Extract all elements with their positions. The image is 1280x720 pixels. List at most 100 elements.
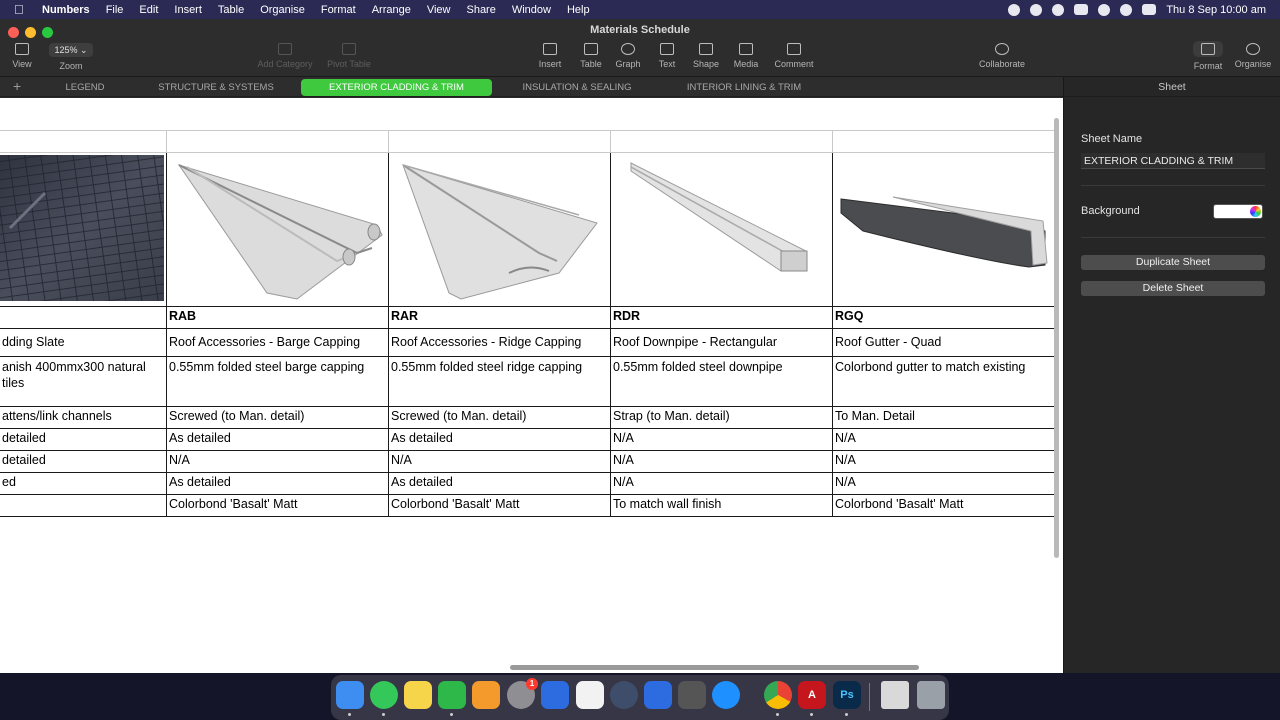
horizontal-scrollbar[interactable] [510, 665, 919, 670]
tab-structure-systems[interactable]: STRUCTURE & SYSTEMS [148, 79, 284, 96]
table-cell[interactable]: 0.55mm folded steel downpipe [610, 356, 833, 407]
table-cell[interactable]: N/A [610, 472, 833, 495]
numbers-icon[interactable] [438, 681, 466, 709]
table-cell[interactable]: N/A [610, 450, 833, 473]
menu-insert[interactable]: Insert [174, 4, 202, 16]
menu-window[interactable]: Window [512, 4, 551, 16]
table-cell[interactable]: As detailed [388, 428, 611, 451]
menu-arrange[interactable]: Arrange [372, 4, 411, 16]
pivot-table-button[interactable]: Pivot Table [322, 43, 376, 69]
insert-button[interactable]: Insert [534, 43, 566, 69]
table-cell[interactable]: As detailed [166, 472, 389, 495]
menu-file[interactable]: File [106, 4, 124, 16]
safari-icon[interactable] [712, 681, 740, 709]
arc-icon[interactable] [644, 681, 672, 709]
menu-app-name[interactable]: Numbers [42, 4, 90, 16]
table-cell[interactable]: N/A [388, 450, 611, 473]
menu-view[interactable]: View [427, 4, 451, 16]
menu-table[interactable]: Table [218, 4, 244, 16]
table-cell[interactable]: To Man. Detail [832, 406, 1055, 429]
table-cell[interactable]: detailed [0, 428, 167, 451]
scripts-icon[interactable] [576, 681, 604, 709]
gutter-image[interactable] [832, 152, 1055, 307]
table-cell[interactable]: As detailed [388, 472, 611, 495]
table-cell[interactable] [0, 494, 167, 517]
table-cell[interactable]: Roof Gutter - Quad [832, 328, 1055, 357]
messages-icon[interactable] [370, 681, 398, 709]
table-cell[interactable]: attens/link channels [0, 406, 167, 429]
sheet-name-field[interactable]: EXTERIOR CLADDING & TRIM [1081, 153, 1265, 169]
table-cell[interactable]: N/A [832, 472, 1055, 495]
table-cell[interactable] [832, 130, 1055, 153]
sheet-canvas[interactable]: RAB RAR RDR RGQ dding Slate Roof Accesso… [0, 98, 1063, 673]
ridge-capping-image[interactable] [388, 152, 611, 307]
organise-button[interactable]: Organise [1232, 43, 1274, 69]
trash-icon[interactable] [917, 681, 945, 709]
slate-roof-image[interactable] [0, 152, 167, 307]
comment-button[interactable]: Comment [770, 43, 818, 69]
duplicate-sheet-button[interactable]: Duplicate Sheet [1081, 255, 1265, 270]
view-button[interactable]: View [8, 43, 36, 69]
table-cell[interactable]: Colorbond 'Basalt' Matt [388, 494, 611, 517]
table-cell[interactable]: N/A [610, 428, 833, 451]
media-button[interactable]: Media [730, 43, 762, 69]
downpipe-image[interactable] [610, 152, 833, 307]
menubar-clock[interactable]: Thu 8 Sep 10:00 am [1166, 4, 1266, 16]
table-cell[interactable]: RGQ [832, 306, 1055, 329]
materials-table[interactable]: RAB RAR RDR RGQ dding Slate Roof Accesso… [0, 130, 1055, 517]
photoshop-icon[interactable]: Ps [833, 681, 861, 709]
table-cell[interactable]: dding Slate [0, 328, 167, 357]
table-cell[interactable]: Colorbond 'Basalt' Matt [832, 494, 1055, 517]
control-center-icon[interactable] [1142, 4, 1157, 15]
menu-help[interactable]: Help [567, 4, 590, 16]
color-wheel-icon[interactable] [1250, 206, 1261, 217]
table-cell[interactable]: 0.55mm folded steel barge capping [166, 356, 389, 407]
safari-dev-icon[interactable] [541, 681, 569, 709]
vertical-scrollbar[interactable] [1054, 118, 1059, 558]
table-cell[interactable]: ed [0, 472, 167, 495]
battery-icon[interactable] [1074, 4, 1089, 15]
calculator-icon[interactable] [678, 681, 706, 709]
acrobat-icon[interactable]: A [798, 681, 826, 709]
table-cell[interactable]: Colorbond 'Basalt' Matt [166, 494, 389, 517]
table-cell[interactable]: N/A [166, 450, 389, 473]
menu-share[interactable]: Share [466, 4, 495, 16]
table-cell[interactable]: To match wall finish [610, 494, 833, 517]
table-cell[interactable] [166, 130, 389, 153]
record-icon[interactable] [1008, 3, 1021, 16]
wifi-icon[interactable] [1098, 3, 1111, 16]
table-cell[interactable]: Screwed (to Man. detail) [166, 406, 389, 429]
menu-edit[interactable]: Edit [139, 4, 158, 16]
chrome-icon[interactable] [764, 681, 792, 709]
menu-organise[interactable]: Organise [260, 4, 305, 16]
delete-sheet-button[interactable]: Delete Sheet [1081, 281, 1265, 296]
barge-capping-image[interactable] [166, 152, 389, 307]
table-cell[interactable]: detailed [0, 450, 167, 473]
notes-icon[interactable] [404, 681, 432, 709]
zoom-select[interactable]: 125% ⌄ [49, 43, 93, 57]
finder-icon[interactable] [336, 681, 364, 709]
tab-insulation-sealing[interactable]: INSULATION & SEALING [510, 79, 644, 96]
spotlight-search-icon[interactable] [1120, 3, 1133, 16]
add-sheet-button[interactable]: + [13, 78, 21, 94]
menu-format[interactable]: Format [321, 4, 356, 16]
pages-icon[interactable] [472, 681, 500, 709]
table-cell[interactable]: As detailed [166, 428, 389, 451]
system-preferences-icon[interactable]: 1 [507, 678, 538, 709]
table-cell[interactable]: Roof Accessories - Barge Capping [166, 328, 389, 357]
apple-icon[interactable]:  [14, 2, 36, 17]
table-cell[interactable] [0, 306, 167, 329]
tab-interior-lining-trim[interactable]: INTERIOR LINING & TRIM [674, 79, 814, 96]
table-cell[interactable]: RAR [388, 306, 611, 329]
creative-cloud-icon[interactable] [1030, 3, 1043, 16]
table-cell[interactable]: Screwed (to Man. detail) [388, 406, 611, 429]
quicktime-icon[interactable] [610, 681, 638, 709]
zoom-control[interactable]: 125% ⌄ Zoom [48, 43, 94, 71]
table-cell[interactable]: Roof Downpipe - Rectangular [610, 328, 833, 357]
graph-button[interactable]: Graph [612, 43, 644, 69]
table-cell[interactable] [0, 130, 167, 153]
shape-button[interactable]: Shape [689, 43, 723, 69]
table-cell[interactable]: RDR [610, 306, 833, 329]
table-button[interactable]: Table [575, 43, 607, 69]
collaborate-button[interactable]: Collaborate [974, 43, 1030, 69]
